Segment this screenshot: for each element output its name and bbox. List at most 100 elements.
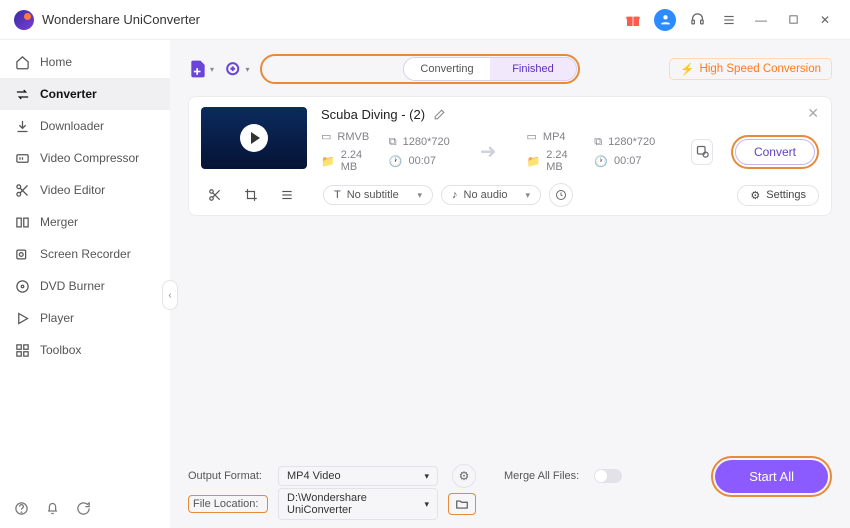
dest-spec: ▭MP4 📁2.24 MB (527, 130, 577, 173)
titlebar: Wondershare UniConverter — ✕ (0, 0, 850, 40)
sidebar-item-merger[interactable]: Merger (0, 206, 170, 238)
help-icon[interactable] (14, 501, 29, 516)
merge-label: Merge All Files: (504, 470, 584, 482)
sidebar-item-recorder[interactable]: Screen Recorder (0, 238, 170, 270)
video-thumbnail[interactable] (201, 107, 307, 169)
grid-icon (14, 342, 30, 358)
minimize-button[interactable]: — (750, 9, 772, 31)
app-title: Wondershare UniConverter (42, 12, 200, 27)
film-icon: ▭ (321, 130, 331, 143)
feedback-icon[interactable] (76, 501, 91, 516)
dest-spec2: ⧉1280*720 🕐00:07 (594, 136, 655, 168)
start-all-button[interactable]: Start All (715, 460, 828, 493)
edit-title-icon[interactable] (433, 108, 446, 121)
merge-toggle[interactable] (594, 469, 622, 483)
source-spec2: ⧉1280*720 🕐00:07 (389, 136, 450, 168)
disc-icon (14, 278, 30, 294)
sidebar-item-toolbox[interactable]: Toolbox (0, 334, 170, 366)
sidebar-item-dvd[interactable]: DVD Burner (0, 270, 170, 302)
headset-icon[interactable] (686, 9, 708, 31)
sidebar-item-label: Player (40, 311, 74, 325)
chevron-down-icon: ▾ (525, 190, 530, 201)
crop-button[interactable] (237, 183, 265, 207)
resolution-icon: ⧉ (389, 136, 397, 149)
tab-converting[interactable]: Converting (404, 58, 490, 80)
sidebar-item-label: Merger (40, 215, 78, 229)
sidebar: Home Converter Downloader Video Compress… (0, 40, 170, 528)
sidebar-item-compressor[interactable]: Video Compressor (0, 142, 170, 174)
tab-finished[interactable]: Finished (490, 58, 576, 80)
sidebar-item-label: DVD Burner (40, 279, 105, 293)
output-format-dropdown[interactable]: MP4 Video▾ (278, 466, 438, 486)
file-card: Scuba Diving - (2) ▭RMVB 📁2.24 MB ⧉1280*… (188, 96, 832, 216)
chevron-down-icon: ▾ (245, 65, 249, 74)
file-title: Scuba Diving - (2) (321, 107, 425, 122)
account-icon[interactable] (654, 9, 676, 31)
chevron-down-icon: ▾ (210, 65, 214, 74)
play-overlay-icon (240, 124, 268, 152)
audio-dropdown[interactable]: ♪No audio▾ (441, 185, 541, 205)
file-location-dropdown[interactable]: D:\Wondershare UniConverter▾ (278, 488, 438, 520)
sidebar-item-converter[interactable]: Converter (0, 78, 170, 110)
effects-button[interactable] (273, 183, 301, 207)
sidebar-item-editor[interactable]: Video Editor (0, 174, 170, 206)
item-settings-button[interactable]: ⚙Settings (737, 185, 819, 206)
add-url-button[interactable]: ▾ (224, 56, 250, 82)
film-icon: ▭ (527, 130, 537, 143)
scissors-icon (14, 182, 30, 198)
merger-icon (14, 214, 30, 230)
chevron-down-icon: ▾ (417, 190, 422, 201)
sidebar-item-label: Toolbox (40, 343, 81, 357)
home-icon (14, 54, 30, 70)
sidebar-item-label: Screen Recorder (40, 247, 131, 261)
compressor-icon (14, 150, 30, 166)
close-button[interactable]: ✕ (814, 9, 836, 31)
menu-icon[interactable] (718, 9, 740, 31)
recorder-icon (14, 246, 30, 262)
arrow-right-icon: ➜ (480, 139, 497, 164)
sidebar-item-home[interactable]: Home (0, 46, 170, 78)
maximize-button[interactable] (782, 9, 804, 31)
add-file-button[interactable]: ▾ (188, 56, 214, 82)
file-location-label: File Location: (188, 495, 268, 513)
clock-icon: 🕐 (594, 155, 608, 168)
speed-button[interactable] (549, 183, 573, 207)
subtitle-icon: T (334, 189, 341, 201)
bolt-icon: ⚡ (680, 62, 694, 76)
convert-button[interactable]: Convert (735, 139, 815, 165)
status-tabs: Converting Finished (403, 57, 577, 81)
sidebar-item-label: Video Compressor (40, 151, 139, 165)
sidebar-item-player[interactable]: Player (0, 302, 170, 334)
sidebar-item-label: Home (40, 55, 72, 69)
source-spec: ▭RMVB 📁2.24 MB (321, 130, 371, 173)
output-format-label: Output Format: (188, 470, 268, 482)
folder-icon: 📁 (527, 155, 541, 168)
hsc-label: High Speed Conversion (700, 63, 821, 75)
sidebar-item-label: Video Editor (40, 183, 105, 197)
sidebar-item-label: Converter (40, 87, 97, 101)
converter-icon (14, 86, 30, 102)
open-folder-button[interactable] (448, 493, 476, 515)
topbar: ▾ ▾ Converting Finished ⚡ High Speed Con… (188, 52, 832, 86)
sidebar-item-downloader[interactable]: Downloader (0, 110, 170, 142)
resolution-icon: ⧉ (594, 136, 602, 149)
format-settings-button[interactable]: ⚙ (452, 464, 476, 488)
clock-icon: 🕐 (389, 155, 403, 168)
remove-file-button[interactable]: ✕ (807, 105, 819, 122)
chevron-down-icon: ▾ (424, 471, 429, 482)
folder-icon: 📁 (321, 155, 335, 168)
chevron-down-icon: ▾ (424, 499, 429, 510)
bell-icon[interactable] (45, 501, 60, 516)
download-icon (14, 118, 30, 134)
play-icon (14, 310, 30, 326)
sidebar-item-label: Downloader (40, 119, 104, 133)
output-settings-button[interactable] (691, 139, 713, 165)
main-area: ▾ ▾ Converting Finished ⚡ High Speed Con… (170, 40, 850, 528)
gear-icon: ⚙ (750, 189, 760, 202)
trim-button[interactable] (201, 183, 229, 207)
audio-icon: ♪ (452, 189, 458, 201)
app-logo (14, 10, 34, 30)
gift-icon[interactable] (622, 9, 644, 31)
subtitle-dropdown[interactable]: TNo subtitle▾ (323, 185, 433, 205)
high-speed-button[interactable]: ⚡ High Speed Conversion (669, 58, 832, 80)
